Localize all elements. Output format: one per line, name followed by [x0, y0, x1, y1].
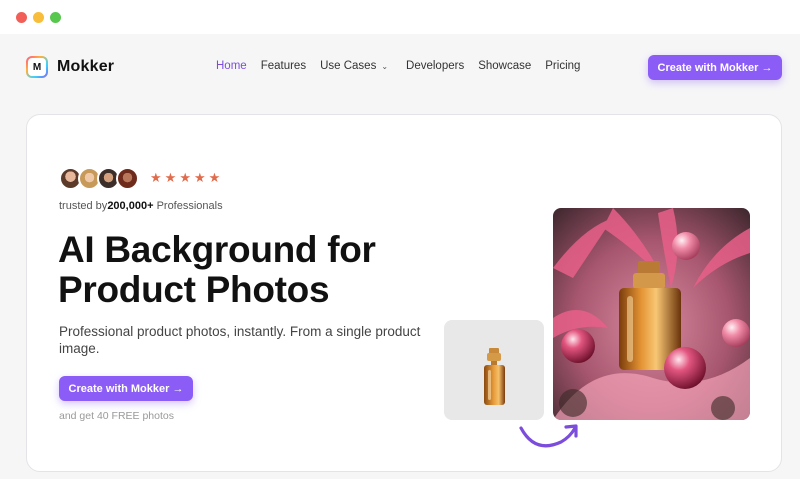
chevron-down-icon: ⌄: [381, 61, 389, 71]
hero-subtitle: Professional product photos, instantly. …: [59, 324, 421, 356]
nav-label: Developers: [406, 60, 465, 72]
input-product-image: [444, 320, 544, 420]
trusted-suffix: Professionals: [156, 200, 223, 212]
rating-stars: ★ ★ ★ ★ ★: [150, 171, 223, 185]
generated-result-image: [553, 208, 750, 420]
window-titlebar: [0, 0, 800, 34]
perfume-scene-image: [553, 208, 750, 420]
nav-label: Use Cases: [320, 60, 377, 72]
nav-item-developers[interactable]: Developers: [406, 60, 464, 72]
headline-line-1: AI Background for: [58, 229, 376, 270]
nav-label: Showcase: [478, 60, 532, 72]
brand-name: Mokker: [57, 58, 115, 75]
user-avatars: [59, 167, 139, 190]
trusted-count: 200,000+: [107, 200, 154, 212]
nav-label: Features: [260, 60, 307, 72]
nav-label: Pricing: [545, 60, 581, 72]
trusted-by-text: trusted by200,000+ Professionals: [59, 200, 223, 212]
avatar: [116, 167, 139, 190]
minimize-window-button[interactable]: [33, 12, 44, 23]
hero-create-button[interactable]: Create with Mokker →: [59, 376, 193, 401]
headline-line-2: Product Photos: [55, 269, 334, 310]
perfume-bottle-image: [484, 348, 505, 405]
nav-item-features[interactable]: Features: [261, 60, 306, 72]
star-icon: ★: [164, 170, 177, 185]
nav-create-button[interactable]: Create with Mokker →: [648, 55, 782, 80]
nav-item-pricing[interactable]: Pricing: [545, 60, 580, 72]
nav-item-use-cases[interactable]: Use Cases ⌄: [320, 60, 388, 72]
trusted-prefix: trusted by: [59, 200, 108, 212]
star-icon: ★: [193, 170, 206, 185]
site-navbar: M Mokker Home Features Use Cases ⌄ Develo…: [0, 34, 800, 100]
nav-label: Home: [216, 60, 247, 72]
nav-item-home[interactable]: Home: [216, 60, 247, 72]
star-icon: ★: [179, 170, 191, 185]
logo-letter: M: [28, 58, 46, 76]
brand-logo[interactable]: M Mokker: [26, 56, 114, 78]
star-icon: ★: [208, 170, 221, 185]
star-icon: ★: [150, 170, 162, 185]
nav-item-showcase[interactable]: Showcase: [478, 60, 531, 72]
curved-arrow-icon: [519, 424, 578, 448]
hero-headline: AI Background for Product Photos: [55, 229, 376, 310]
main-nav: Home Features Use Cases ⌄ Developers Show…: [216, 60, 594, 72]
free-photos-note: and get 40 FREE photos: [59, 410, 174, 422]
close-window-button[interactable]: [16, 12, 27, 23]
logo-mark-icon: M: [26, 56, 48, 78]
maximize-window-button[interactable]: [50, 12, 61, 23]
